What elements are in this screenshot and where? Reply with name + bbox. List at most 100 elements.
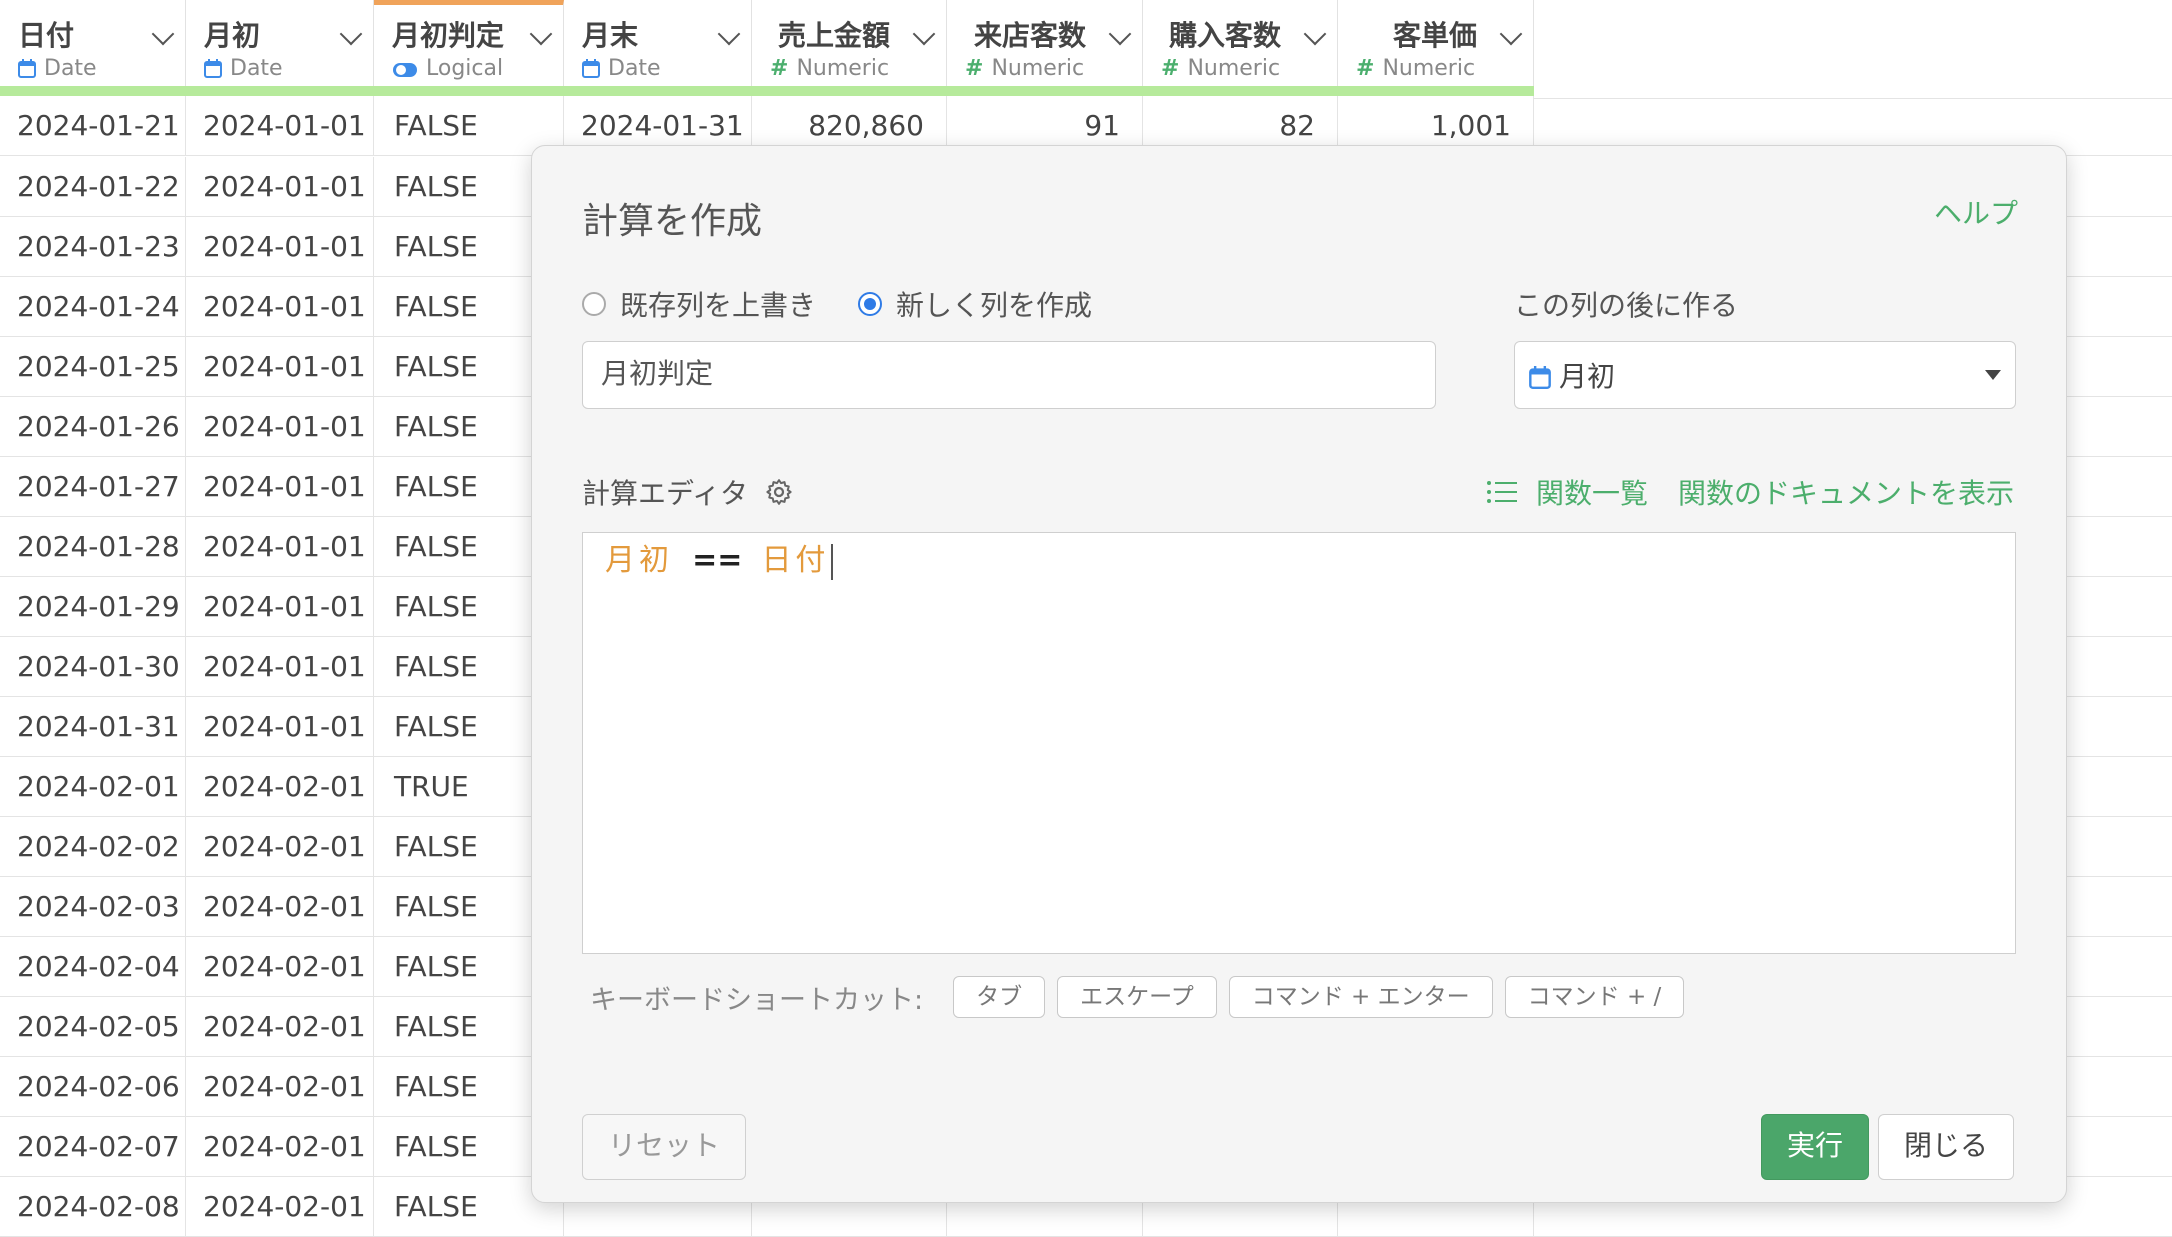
column-type: Logical (392, 56, 503, 81)
table-cell[interactable]: 2024-01-30 (0, 637, 186, 697)
keyboard-shortcuts: キーボードショートカット: タブ エスケープ コマンド + エンター コマンド … (590, 976, 1685, 1018)
column-header-month-start[interactable]: 月初 Date (186, 0, 374, 94)
shortcut-key: コマンド + / (1504, 976, 1685, 1018)
run-button[interactable]: 実行 (1761, 1114, 1869, 1180)
text-cursor (831, 543, 834, 580)
column-type: Date (204, 56, 283, 81)
create-calculation-dialog: 計算を作成 ヘルプ 既存列を上書き 新しく列を作成 この列の後に作る 月初判定 … (531, 145, 2067, 1203)
reset-button[interactable]: リセット (582, 1114, 746, 1180)
dialog-title: 計算を作成 (582, 201, 763, 242)
table-cell[interactable]: 2024-02-01 (186, 877, 374, 937)
column-type: Date (582, 56, 661, 81)
overwrite-radio[interactable] (582, 292, 606, 316)
column-header-visitors[interactable]: 来店客数 # Numeric (947, 0, 1143, 94)
column-name: 月末 (582, 19, 639, 52)
column-token: 月初 (605, 543, 673, 578)
table-cell[interactable]: 2024-02-01 (186, 997, 374, 1057)
table-cell[interactable]: 2024-02-01 (186, 817, 374, 877)
chevron-down-icon[interactable] (1499, 22, 1523, 46)
help-link[interactable]: ヘルプ (1934, 192, 2018, 232)
table-cell[interactable]: 2024-02-01 (186, 1117, 374, 1177)
shortcut-key: タブ (953, 976, 1046, 1018)
table-cell[interactable]: 2024-01-01 (186, 517, 374, 577)
chevron-down-icon[interactable] (1303, 22, 1327, 46)
expression-code[interactable]: 月初 == 日付 (605, 541, 834, 581)
column-header-month-end[interactable]: 月末 Date (564, 0, 752, 94)
column-header-buyers[interactable]: 購入客数 # Numeric (1143, 0, 1338, 94)
chevron-down-icon[interactable] (339, 22, 363, 46)
function-docs-link[interactable]: 関数のドキュメントを表示 (1678, 472, 2014, 512)
table-cell[interactable]: 2024-01-01 (186, 637, 374, 697)
after-column-select[interactable]: 月初 (1514, 341, 2016, 409)
table-cell[interactable]: 2024-01-01 (186, 217, 374, 277)
table-cell[interactable]: 2024-02-03 (0, 877, 186, 937)
column-name: 客単価 (1392, 19, 1477, 52)
calendar-icon (18, 59, 36, 78)
table-cell[interactable]: 2024-02-01 (186, 1057, 374, 1117)
table-cell[interactable]: 2024-01-29 (0, 577, 186, 637)
table-cell[interactable]: 2024-02-05 (0, 997, 186, 1057)
function-list-link[interactable]: 関数一覧 (1536, 472, 1648, 512)
operator-token: == (692, 543, 743, 578)
table-cell[interactable]: 2024-02-04 (0, 937, 186, 997)
calculation-editor[interactable]: 月初 == 日付 (582, 532, 2016, 954)
table-cell[interactable]: 2024-01-01 (186, 277, 374, 337)
table-cell[interactable]: 2024-01-22 (0, 157, 186, 217)
column-name: 日付 (18, 19, 75, 52)
caret-down-icon (1985, 370, 2001, 380)
chevron-down-icon[interactable] (717, 22, 741, 46)
column-name: 月初判定 (392, 19, 505, 52)
table-cell[interactable]: 2024-01-01 (186, 96, 374, 156)
column-type: # Numeric (1356, 56, 1475, 81)
table-cell[interactable]: 2024-01-31 (0, 697, 186, 757)
table-cell[interactable]: 2024-01-01 (186, 157, 374, 217)
table-cell[interactable]: 2024-01-01 (186, 457, 374, 517)
table-cell[interactable]: 2024-01-28 (0, 517, 186, 577)
table-cell[interactable]: 2024-02-08 (0, 1177, 186, 1237)
table-cell[interactable]: 2024-02-01 (186, 757, 374, 817)
table-cell[interactable]: 2024-02-02 (0, 817, 186, 877)
table-cell[interactable]: 2024-01-26 (0, 397, 186, 457)
mode-radio-group: 既存列を上書き 新しく列を作成 (582, 284, 1134, 324)
table-cell[interactable]: 2024-02-07 (0, 1117, 186, 1177)
new-column-radio[interactable] (858, 292, 883, 316)
table-cell[interactable]: 2024-01-01 (186, 337, 374, 397)
column-header-date[interactable]: 日付 Date (0, 0, 186, 94)
new-column-radio-label[interactable]: 新しく列を作成 (896, 284, 1092, 324)
table-cell[interactable]: 2024-01-21 (0, 96, 186, 156)
table-cell[interactable]: 2024-02-01 (186, 937, 374, 997)
table-cell[interactable]: 2024-01-25 (0, 337, 186, 397)
column-type: # Numeric (965, 56, 1084, 81)
toggle-icon (392, 60, 418, 78)
column-header-unit-price[interactable]: 客単価 # Numeric (1338, 0, 1534, 94)
table-cell[interactable]: 2024-02-06 (0, 1057, 186, 1117)
column-type: # Numeric (1161, 56, 1280, 81)
table-cell[interactable]: 2024-01-27 (0, 457, 186, 517)
table-cell[interactable]: 2024-02-01 (186, 1177, 374, 1237)
table-cell[interactable]: 2024-01-01 (186, 397, 374, 457)
column-header-sales[interactable]: 売上金額 # Numeric (752, 0, 947, 94)
chevron-down-icon[interactable] (151, 22, 175, 46)
chevron-down-icon[interactable] (1108, 22, 1132, 46)
column-header-month-start-flag[interactable]: 月初判定 Logical (374, 0, 564, 94)
close-button[interactable]: 閉じる (1878, 1114, 2014, 1180)
chevron-down-icon[interactable] (529, 22, 553, 46)
table-cell[interactable]: 2024-01-01 (186, 697, 374, 757)
column-type-label: Numeric (1382, 56, 1476, 81)
gear-icon[interactable] (764, 477, 794, 507)
column-name-input[interactable]: 月初判定 (582, 341, 1436, 409)
column-type-label: Date (230, 56, 283, 81)
column-type-label: Date (44, 56, 97, 81)
shortcut-label: キーボードショートカット: (590, 984, 924, 1016)
after-column-value: 月初 (1559, 360, 1616, 393)
table-cell[interactable]: 2024-01-24 (0, 277, 186, 337)
chevron-down-icon[interactable] (912, 22, 936, 46)
overwrite-radio-label[interactable]: 既存列を上書き (620, 284, 816, 324)
column-name: 来店客数 (973, 19, 1086, 52)
table-cell[interactable]: 2024-02-01 (0, 757, 186, 817)
function-links: 関数一覧 関数のドキュメントを表示 (1486, 472, 2014, 512)
table-cell[interactable]: 2024-01-01 (186, 577, 374, 637)
table-cell[interactable]: 2024-01-23 (0, 217, 186, 277)
list-icon[interactable] (1486, 479, 1518, 505)
column-type-label: Numeric (796, 56, 890, 81)
